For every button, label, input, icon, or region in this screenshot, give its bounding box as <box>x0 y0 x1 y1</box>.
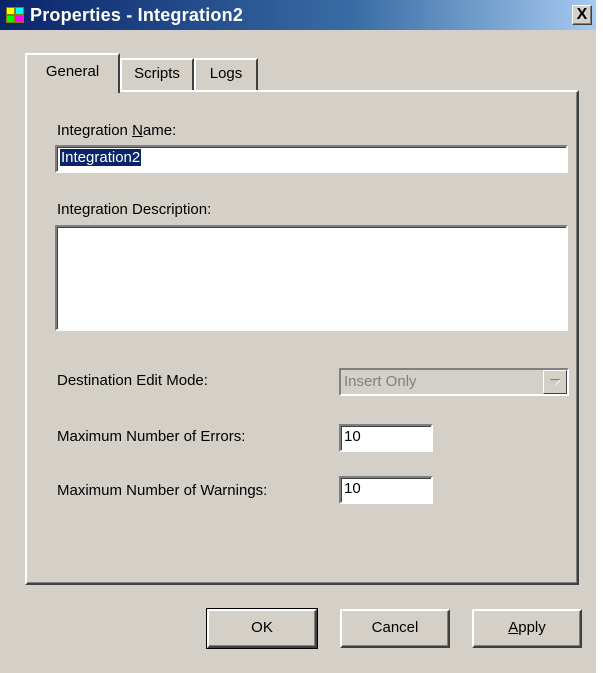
destination-edit-mode-label: Destination Edit Mode: <box>57 372 208 389</box>
window-edge <box>596 0 603 673</box>
close-button[interactable]: X <box>572 5 592 25</box>
chevron-down-icon <box>550 379 561 386</box>
cancel-button[interactable]: Cancel <box>340 609 450 648</box>
max-errors-input[interactable]: 10 <box>339 424 433 452</box>
properties-dialog: Properties - Integration2 X General Scri… <box>0 0 603 673</box>
tab-general[interactable]: General <box>25 53 120 93</box>
tab-general-label: General <box>45 63 100 80</box>
destination-edit-mode-select[interactable]: Insert Only <box>339 368 569 396</box>
window-title: Properties - Integration2 <box>30 5 244 25</box>
ok-button[interactable]: OK <box>206 608 318 649</box>
tab-logs-label: Logs <box>209 65 243 82</box>
max-warnings-input[interactable]: 10 <box>339 476 433 504</box>
integration-name-label: Integration Name: <box>57 122 177 139</box>
apply-button[interactable]: Apply <box>472 609 582 648</box>
tab-logs[interactable]: Logs <box>194 58 258 90</box>
integration-description-textarea[interactable] <box>55 225 568 331</box>
tab-scripts-label: Scripts <box>134 65 180 82</box>
max-warnings-label: Maximum Number of Warnings: <box>57 482 268 499</box>
integration-name-value: Integration2 <box>58 148 143 167</box>
close-icon: X <box>576 6 588 23</box>
integration-description-label: Integration Description: <box>57 201 212 218</box>
max-errors-label: Maximum Number of Errors: <box>57 428 246 445</box>
title-bar[interactable]: Properties - Integration2 X <box>0 0 596 30</box>
destination-edit-mode-value: Insert Only <box>344 373 417 390</box>
integration-icon <box>6 7 24 23</box>
dropdown-button[interactable] <box>543 370 567 394</box>
integration-name-input[interactable]: Integration2 <box>55 145 568 173</box>
tab-scripts[interactable]: Scripts <box>120 58 194 90</box>
